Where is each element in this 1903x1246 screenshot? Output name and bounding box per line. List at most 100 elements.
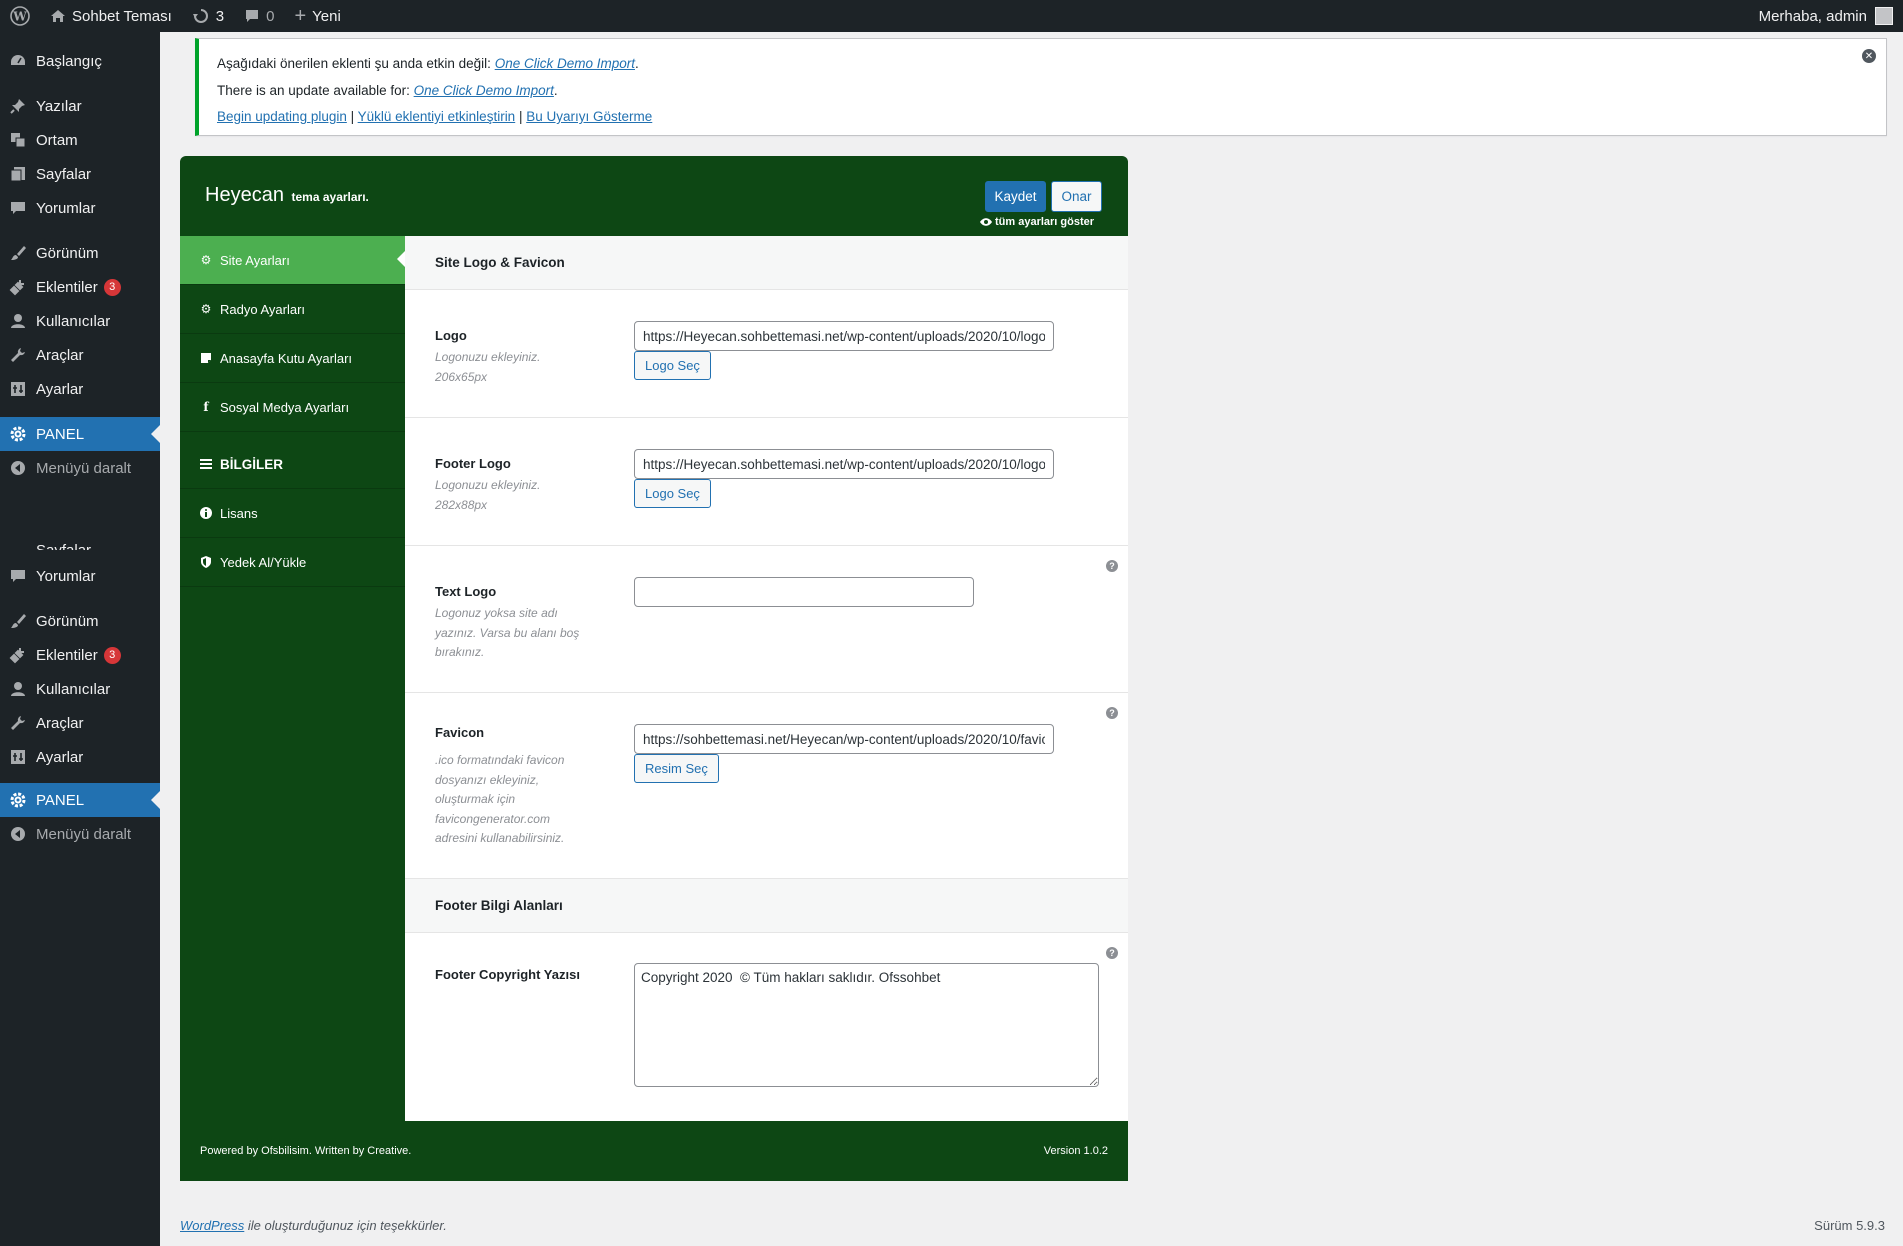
menu-label: Sayfalar [36,542,91,550]
menu-label: Kullanıcılar [36,680,111,698]
wp-version: Sürüm 5.9.3 [1814,1218,1885,1233]
facebook-icon: f [203,400,209,414]
menu-pages-repeat[interactable]: Sayfalar [0,530,160,550]
menu-settings[interactable]: Ayarlar [0,372,160,406]
field-label: Footer Logo [435,456,511,471]
menu-appearance-repeat[interactable]: Görünüm [0,604,160,638]
wp-logo-menu[interactable]: W [0,0,40,32]
gear-icon [9,791,27,809]
help-icon[interactable]: ? [1106,947,1118,959]
menu-lines-icon [199,457,213,471]
svg-text:W: W [12,10,27,24]
menu-settings-repeat[interactable]: Ayarlar [0,740,160,774]
menu-label: Menüyü daralt [36,825,132,843]
field-description: .ico formatındaki favicon dosyanızı ekle… [435,753,565,845]
comment-bubble-icon [246,10,259,22]
menu-users[interactable]: Kullanıcılar [0,304,160,338]
plugin-link[interactable]: One Click Demo Import [495,56,635,71]
favicon-url-input[interactable] [634,724,1054,754]
field-description: Logonuzu ekleyiniz. 206x65px [435,350,541,384]
gear-icon: ⚙ [200,302,212,316]
copyright-textarea[interactable]: Copyright 2020 © Tüm hakları saklıdır. O… [634,963,1099,1087]
menu-pages[interactable]: Sayfalar [0,157,160,191]
new-label: Yeni [312,7,341,25]
save-button[interactable]: Kaydet [985,181,1046,212]
comments-count: 0 [266,7,275,25]
menu-label: Yorumlar [36,199,96,217]
field-label: Logo [435,328,467,343]
favicon-select-button[interactable]: Resim Seç [634,754,719,783]
menu-label: Yorumlar [36,567,96,585]
admin-sidebar: Başlangıç Yazılar Ortam Sayfalar Yorumla… [0,32,160,1246]
field-favicon: Favicon .ico formatındaki favicon dosyan… [405,693,1128,879]
collapse-icon [9,825,27,843]
nav-label: Yedek Al/Yükle [220,554,307,570]
info-icon [199,506,213,520]
help-icon[interactable]: ? [1106,560,1118,572]
show-all-settings-link[interactable]: tüm ayarları göster [980,216,1094,228]
site-name-menu[interactable]: Sohbet Teması [40,0,182,32]
wordpress-link[interactable]: WordPress [180,1218,244,1233]
menu-panel-repeat[interactable]: PANEL [0,783,160,817]
nav-backup[interactable]: Yedek Al/Yükle [180,538,405,587]
menu-collapse[interactable]: Menüyü daralt [0,451,160,485]
nav-info-heading[interactable]: BİLGİLER [180,440,405,489]
logo-url-input[interactable] [634,321,1054,351]
field-label: Favicon [435,725,485,740]
wrench-icon [9,714,27,732]
footer-logo-url-input[interactable] [634,449,1054,479]
close-icon[interactable]: ✕ [1862,49,1876,63]
menu-panel[interactable]: PANEL [0,417,160,451]
comments-icon [9,199,27,217]
admin-bar: W Sohbet Teması 3 0 + Yeni Merhaba, admi… [0,0,1903,32]
menu-tools-repeat[interactable]: Araçlar [0,706,160,740]
help-icon[interactable]: ? [1106,707,1118,719]
menu-dashboard[interactable]: Başlangıç [0,44,160,78]
text-logo-input[interactable] [634,577,974,607]
home-icon [51,10,65,22]
menu-label: Yazılar [36,97,82,115]
nav-license[interactable]: Lisans [180,489,405,538]
menu-comments[interactable]: Yorumlar [0,191,160,225]
comments-menu[interactable]: 0 [234,0,284,32]
new-content-menu[interactable]: + Yeni [284,0,350,32]
separator: | [515,109,527,124]
nav-site-settings[interactable]: ⚙ Site Ayarları [180,236,405,285]
theme-options-panel: Heyecan tema ayarları. Kaydet Onar tüm a… [180,156,1128,1181]
dismiss-notice-link[interactable]: Bu Uyarıyı Gösterme [526,109,652,124]
menu-plugins-repeat[interactable]: Eklentiler 3 [0,638,160,672]
logo-select-button[interactable]: Logo Seç [634,351,711,380]
menu-appearance[interactable]: Görünüm [0,236,160,270]
menu-plugins[interactable]: Eklentiler 3 [0,270,160,304]
nav-label: BİLGİLER [220,456,283,472]
nav-label: Radyo Ayarları [220,301,306,317]
dashboard-icon [9,52,27,70]
menu-users-repeat[interactable]: Kullanıcılar [0,672,160,706]
menu-media[interactable]: Ortam [0,123,160,157]
plugin-notice: Aşağıdaki önerilen eklenti şu anda etkin… [195,38,1887,136]
nav-social-media-settings[interactable]: f Sosyal Medya Ayarları [180,383,405,432]
updates-menu[interactable]: 3 [182,0,234,32]
nav-homepage-box-settings[interactable]: Anasayfa Kutu Ayarları [180,334,405,383]
begin-update-link[interactable]: Begin updating plugin [217,109,347,124]
field-copyright: Footer Copyright Yazısı Copyright 2020 ©… [405,933,1128,1121]
media-icon [9,131,27,149]
reset-button[interactable]: Onar [1051,181,1102,212]
nav-label: Anasayfa Kutu Ayarları [220,350,353,366]
footer-logo-select-button[interactable]: Logo Seç [634,479,711,508]
my-account-menu[interactable]: Merhaba, admin [1759,0,1893,32]
menu-comments-repeat[interactable]: Yorumlar [0,559,160,593]
plugin-update-link[interactable]: One Click Demo Import [414,83,554,98]
field-label: Text Logo [435,584,497,599]
nav-radio-settings[interactable]: ⚙ Radyo Ayarları [180,285,405,334]
menu-label: Başlangıç [36,52,102,70]
menu-label: Araçlar [36,714,84,732]
activate-plugin-link[interactable]: Yüklü eklentiyi etkinleştirin [358,109,516,124]
plugin-update-badge: 3 [103,646,121,664]
menu-label: Eklentiler [36,278,98,296]
menu-posts[interactable]: Yazılar [0,89,160,123]
menu-label: Ayarlar [36,380,84,398]
menu-collapse-repeat[interactable]: Menüyü daralt [0,817,160,851]
shield-icon [199,555,213,569]
menu-tools[interactable]: Araçlar [0,338,160,372]
